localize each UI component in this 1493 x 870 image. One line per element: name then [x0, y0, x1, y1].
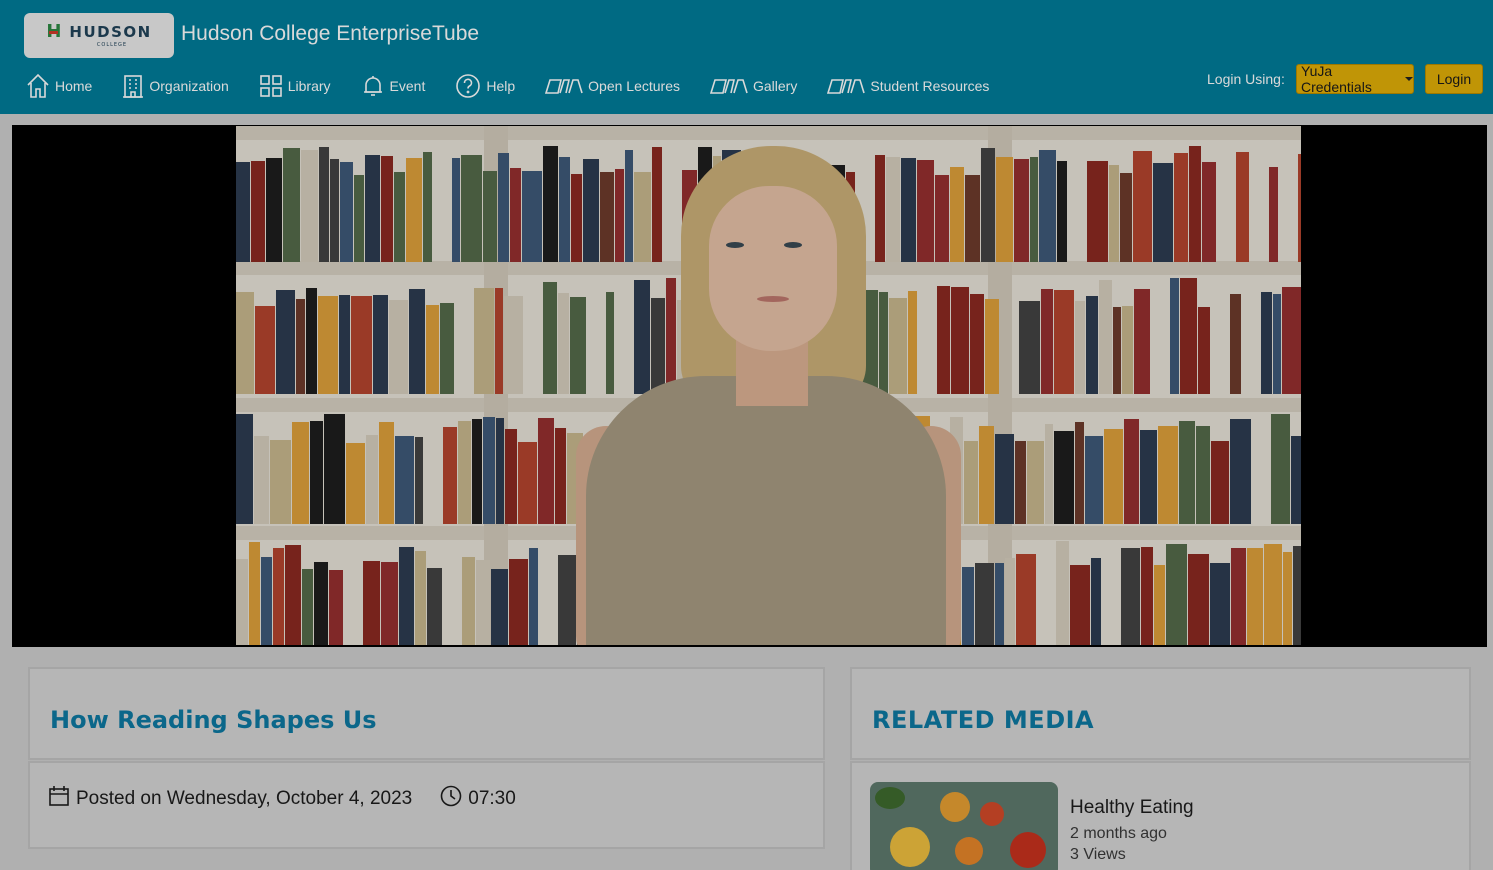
video-frame[interactable] — [236, 126, 1301, 645]
credentials-dropdown[interactable]: YuJa Credentials — [1296, 63, 1414, 95]
college-logo[interactable]: H HUDSON COLLEGE — [24, 13, 174, 58]
nav-gallery-label: Gallery — [753, 78, 798, 94]
nav-student-resources[interactable]: Student Resources — [827, 72, 989, 100]
video-title-panel: How Reading Shapes Us — [28, 667, 825, 760]
nav-gallery[interactable]: Gallery — [710, 72, 797, 100]
caret-down-icon — [1405, 77, 1413, 81]
logo-subtext: COLLEGE — [96, 42, 128, 48]
calendar-icon — [48, 785, 76, 813]
nav-event-label: Event — [389, 78, 426, 94]
books-icon — [710, 78, 748, 94]
top-header: H HUDSON COLLEGE Hudson College Enterpri… — [0, 0, 1493, 114]
related-item-title[interactable]: Healthy Eating — [1070, 797, 1194, 819]
books-icon — [545, 78, 583, 94]
nav-organization-label: Organization — [149, 78, 229, 94]
building-icon — [122, 73, 144, 99]
related-media-list: Healthy Eating 2 months ago 3 Views — [850, 761, 1471, 870]
nav-home[interactable]: Home — [26, 72, 92, 100]
books-icon — [827, 78, 866, 94]
related-item-age: 2 months ago — [1070, 825, 1167, 842]
login-using-label: Login Using: — [1207, 71, 1285, 87]
nav-library-label: Library — [287, 78, 331, 94]
grid-icon — [259, 74, 283, 98]
nav-student-resources-label: Student Resources — [870, 78, 990, 94]
nav-help[interactable]: Help — [455, 72, 515, 100]
nav-home-label: Home — [55, 78, 93, 94]
nav-open-lectures[interactable]: Open Lectures — [545, 72, 680, 100]
nav-event[interactable]: Event — [361, 72, 426, 100]
nav-help-label: Help — [486, 78, 516, 94]
nav-open-lectures-label: Open Lectures — [588, 78, 680, 94]
related-media-header: RELATED MEDIA — [850, 667, 1471, 760]
related-media-title: RELATED MEDIA — [872, 706, 1095, 734]
nav-organization[interactable]: Organization — [122, 72, 229, 100]
logo-text: HUDSON — [69, 23, 152, 41]
clock-icon — [440, 785, 468, 813]
help-icon — [455, 73, 481, 99]
logo-mark-icon: H — [46, 21, 62, 42]
video-meta-panel: Posted on Wednesday, October 4, 2023 07:… — [28, 761, 825, 849]
video-player[interactable] — [12, 125, 1487, 647]
bell-icon — [361, 74, 385, 98]
video-duration: 07:30 — [468, 788, 516, 809]
main-nav: Home Organization Library Event Help Ope… — [26, 72, 1019, 100]
nav-library[interactable]: Library — [259, 72, 331, 100]
related-item-views: 3 Views — [1070, 846, 1126, 863]
related-thumbnail[interactable] — [870, 782, 1058, 870]
home-icon — [26, 73, 50, 99]
site-title[interactable]: Hudson College EnterpriseTube — [181, 22, 479, 46]
login-button[interactable]: Login — [1425, 64, 1483, 94]
video-title: How Reading Shapes Us — [50, 706, 377, 734]
posted-date: Posted on Wednesday, October 4, 2023 — [76, 788, 413, 809]
credentials-dropdown-label: YuJa Credentials — [1301, 63, 1372, 95]
